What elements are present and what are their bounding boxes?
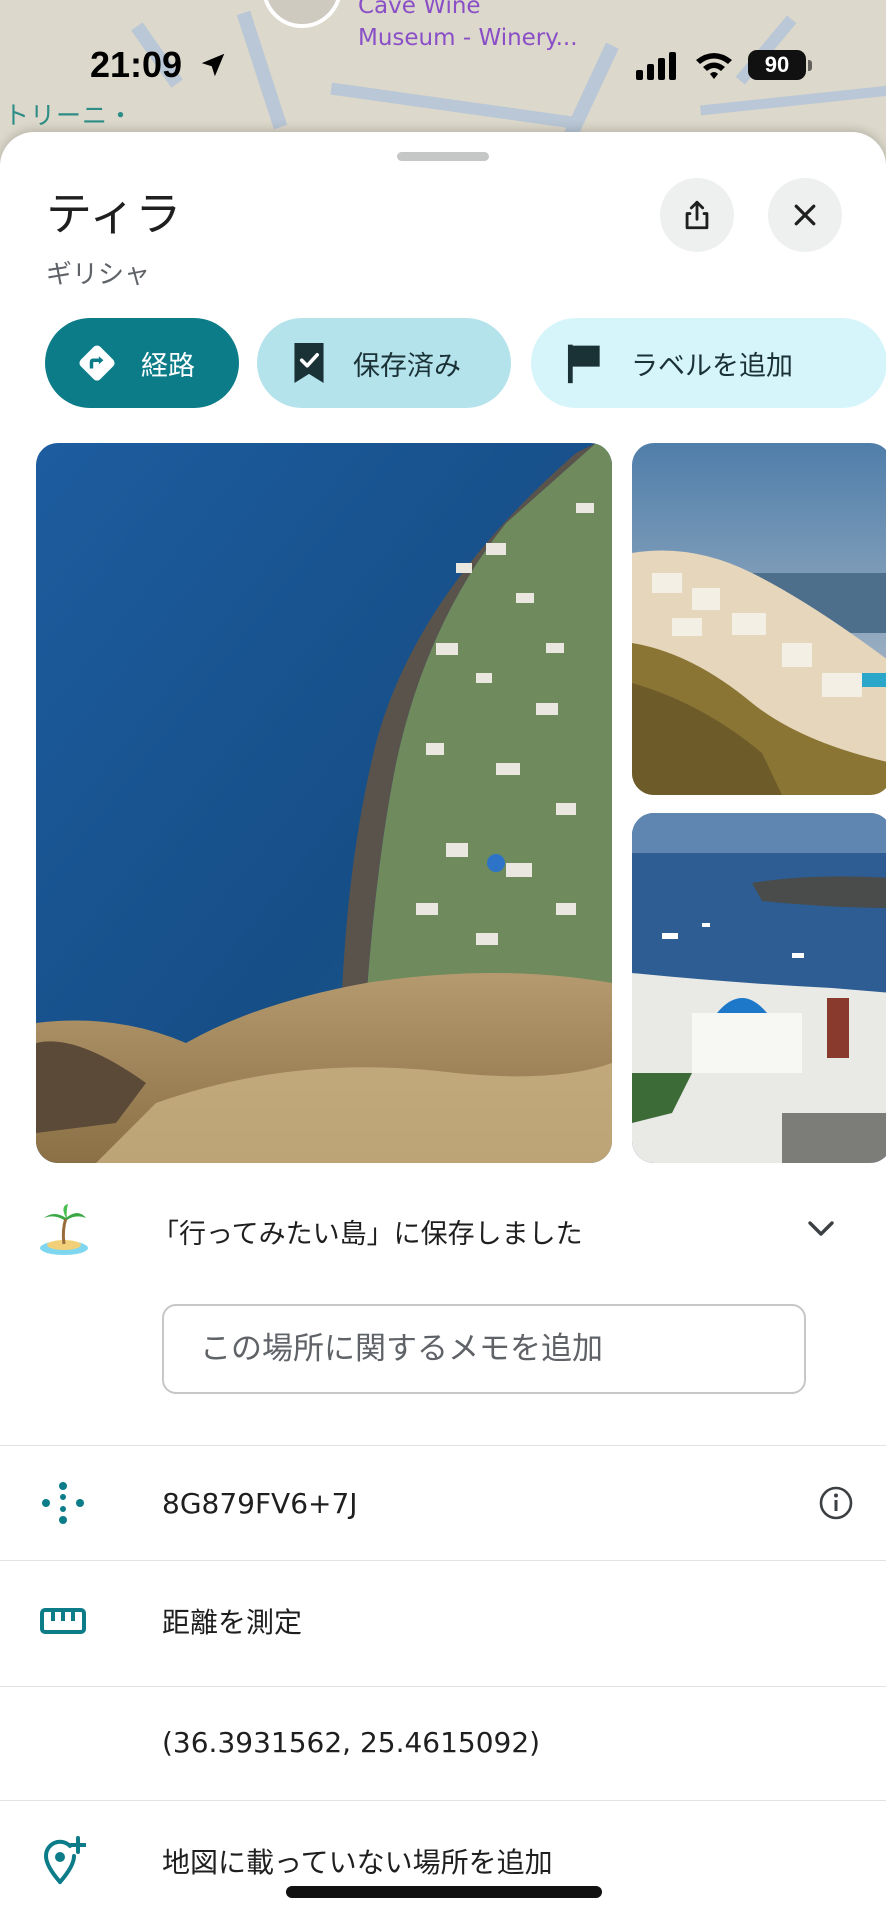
photo-coastline[interactable] [36, 443, 612, 1163]
memo-input[interactable] [162, 1304, 806, 1394]
add-place-icon [38, 1836, 88, 1886]
divider [0, 1800, 886, 1801]
info-icon[interactable] [818, 1485, 854, 1521]
saved-label: 保存済み [353, 350, 461, 382]
measure-distance-text: 距離を測定 [162, 1606, 303, 1639]
plus-code-row[interactable]: 8G879FV6+7J [0, 1446, 886, 1560]
route-button[interactable]: 経路 [45, 318, 239, 408]
wifi-icon [696, 53, 732, 79]
add-label-button[interactable]: ラベルを追加 [531, 318, 886, 408]
route-label: 経路 [141, 350, 195, 382]
saved-list-text: 「行ってみたい島」に保存しました [152, 1219, 583, 1250]
plus-code-text: 8G879FV6+7J [162, 1486, 358, 1520]
divider [0, 1560, 886, 1561]
add-missing-place-text: 地図に載っていない場所を追加 [162, 1846, 553, 1879]
place-title: ティラ [46, 187, 182, 241]
directions-icon [75, 341, 119, 385]
photo-coastline-image [36, 443, 612, 1163]
location-arrow-icon [201, 53, 225, 77]
place-sheet: ティラ ギリシャ 経路 保存済み ラベルを追加 「行ってみたい島」に保存しました… [0, 132, 886, 1920]
share-button[interactable] [660, 178, 734, 252]
share-icon [685, 200, 709, 230]
coordinates-text: (36.3931562, 25.4615092) [162, 1725, 541, 1759]
battery-indicator: 90 [748, 50, 806, 80]
flag-icon [563, 341, 607, 385]
coordinates-row[interactable]: (36.3931562, 25.4615092) [0, 1685, 886, 1799]
close-button[interactable] [768, 178, 842, 252]
measure-distance-row[interactable]: 距離を測定 [0, 1564, 886, 1678]
bookmark-check-icon [287, 341, 331, 385]
island-icon [40, 1204, 88, 1255]
close-icon [794, 204, 816, 226]
saved-button[interactable]: 保存済み [257, 318, 511, 408]
action-chips: 経路 保存済み ラベルを追加 [45, 318, 886, 408]
photo-blue-dome-church[interactable] [632, 813, 886, 1163]
status-time: 21:09 [90, 44, 183, 85]
saved-list-row[interactable]: 「行ってみたい島」に保存しました [0, 1202, 886, 1312]
plus-code-icon [38, 1478, 88, 1528]
status-bar: 21:09 90 [0, 0, 886, 130]
battery-tip [808, 60, 812, 71]
home-indicator[interactable] [286, 1886, 602, 1898]
sheet-drag-handle[interactable] [397, 152, 489, 161]
place-subtitle: ギリシャ [46, 260, 151, 290]
ruler-icon [38, 1596, 88, 1646]
add-missing-place-row[interactable]: 地図に載っていない場所を追加 [0, 1804, 886, 1918]
photo-church-image [632, 813, 886, 1163]
photo-cliffside-image [632, 443, 886, 795]
cellular-signal-icon [636, 52, 676, 80]
chevron-down-icon[interactable] [806, 1216, 836, 1240]
add-label-text: ラベルを追加 [631, 350, 793, 382]
photo-cliffside-village[interactable] [632, 443, 886, 795]
